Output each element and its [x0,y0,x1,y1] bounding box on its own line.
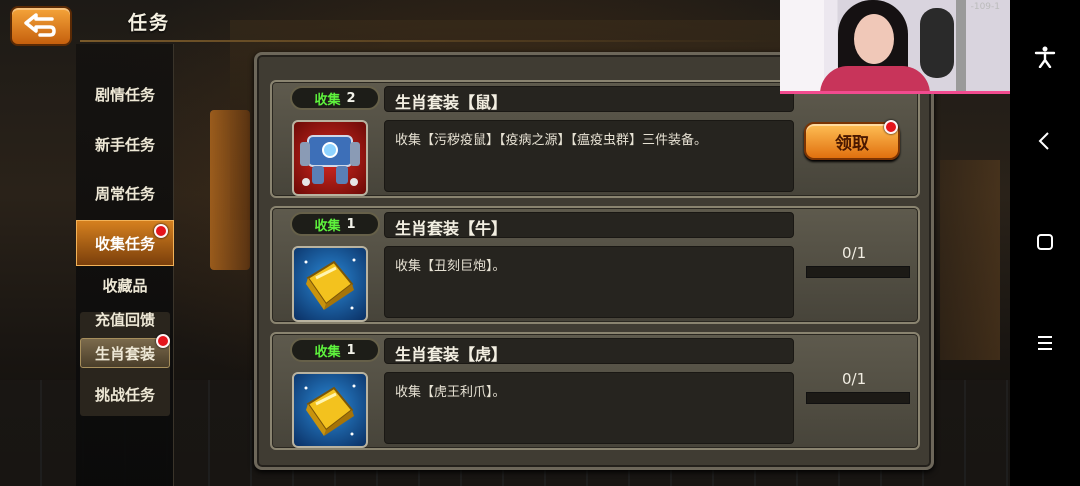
task-title-bar: 生肖套装【鼠】 [384,86,794,112]
notification-dot [884,120,898,134]
stream-id-label: -109-1 [970,2,1000,12]
task-title-bar: 生肖套装【虎】 [384,338,794,364]
system-navigation-bar [1010,0,1080,486]
task-description: 收集【虎王利爪】。 [395,385,506,400]
submenu-item-recharge-rewards[interactable]: 充值回馈 [80,304,170,334]
sidebar-item-label: 剧情任务 [94,85,155,104]
task-description: 收集【丑刻巨炮】。 [395,259,506,274]
webcam-curtain [780,0,824,91]
task-card: 收集 2 生肖套装【鼠】 收集【污秽疫鼠】【疫病之源】【瘟疫虫群】三件装备。 领… [270,80,920,198]
collect-count: 1 [346,342,356,358]
gold-bar-icon[interactable] [292,246,368,322]
streamer-webcam-overlay: -109-1 [780,0,1010,94]
collect-count: 2 [346,90,356,106]
submenu-item-label: 生肖套装 [94,344,155,363]
collect-count-badge: 收集 1 [290,212,380,236]
sidebar-item-label: 新手任务 [94,135,155,154]
webcam-streamer-dress [820,66,930,91]
task-card: 收集 1 生肖套装【虎】 收集【虎王利爪】。 0/1 [270,332,920,450]
accessibility-icon[interactable] [1030,42,1060,72]
back-icon[interactable] [1030,126,1060,156]
task-card: 收集 1 生肖套装【牛】 收集【丑刻巨炮】。 0/1 [270,206,920,324]
collect-count-badge: 收集 1 [290,338,380,362]
collect-tag: 收集 [314,92,341,108]
progress-text: 0/1 [842,370,867,388]
home-icon[interactable] [1030,227,1060,257]
webcam-streamer-face [854,14,894,64]
collect-count: 1 [346,216,356,232]
submenu-item-label: 充值回馈 [94,310,155,329]
notification-dot [156,334,170,348]
notification-dot [154,224,168,238]
gold-bar-icon[interactable] [292,372,368,448]
back-button[interactable] [10,6,72,46]
task-description-box: 收集【污秽疫鼠】【疫病之源】【瘟疫虫群】三件装备。 [384,120,794,192]
task-title: 生肖套装【虎】 [395,345,508,364]
progress-bar [806,392,910,404]
task-description-box: 收集【丑刻巨炮】。 [384,246,794,318]
claim-button-label: 领取 [835,133,869,154]
progress-text: 0/1 [842,244,867,262]
task-title-bar: 生肖套装【牛】 [384,212,794,238]
header-divider [80,40,780,42]
sidebar-item-label: 收集任务 [94,234,155,253]
task-category-sidebar: 剧情任务 新手任务 周常任务 收集任务 收藏品 充值回馈 生肖套装 挑战任务 [76,44,174,486]
task-description: 收集【污秽疫鼠】【疫病之源】【瘟疫虫群】三件装备。 [395,133,708,148]
collect-tag: 收集 [314,344,341,360]
sidebar-item-label: 挑战任务 [94,385,155,404]
collect-tag: 收集 [314,218,341,234]
sidebar-item-story-tasks[interactable]: 剧情任务 [76,74,174,114]
collect-count-badge: 收集 2 [290,86,380,110]
task-description-box: 收集【虎王利爪】。 [384,372,794,444]
microphone-icon [920,8,954,78]
progress-bar [806,266,910,278]
submenu-item-collectibles[interactable]: 收藏品 [80,270,170,300]
menu-icon[interactable] [1030,328,1060,358]
task-title: 生肖套装【鼠】 [395,93,508,112]
background-light-right [940,160,1000,360]
sidebar-item-challenge-tasks[interactable]: 挑战任务 [76,374,174,414]
submenu-item-label: 收藏品 [102,276,148,295]
sidebar-item-label: 周常任务 [94,184,155,203]
return-arrow-icon [24,13,56,37]
page-title: 任务 [128,12,171,34]
background-light-left [210,110,250,270]
sidebar-item-newbie-tasks[interactable]: 新手任务 [76,124,174,164]
mech-robot-icon[interactable] [292,120,368,196]
sidebar-item-weekly-tasks[interactable]: 周常任务 [76,173,174,213]
mic-stand [956,0,966,91]
task-title: 生肖套装【牛】 [395,219,508,238]
